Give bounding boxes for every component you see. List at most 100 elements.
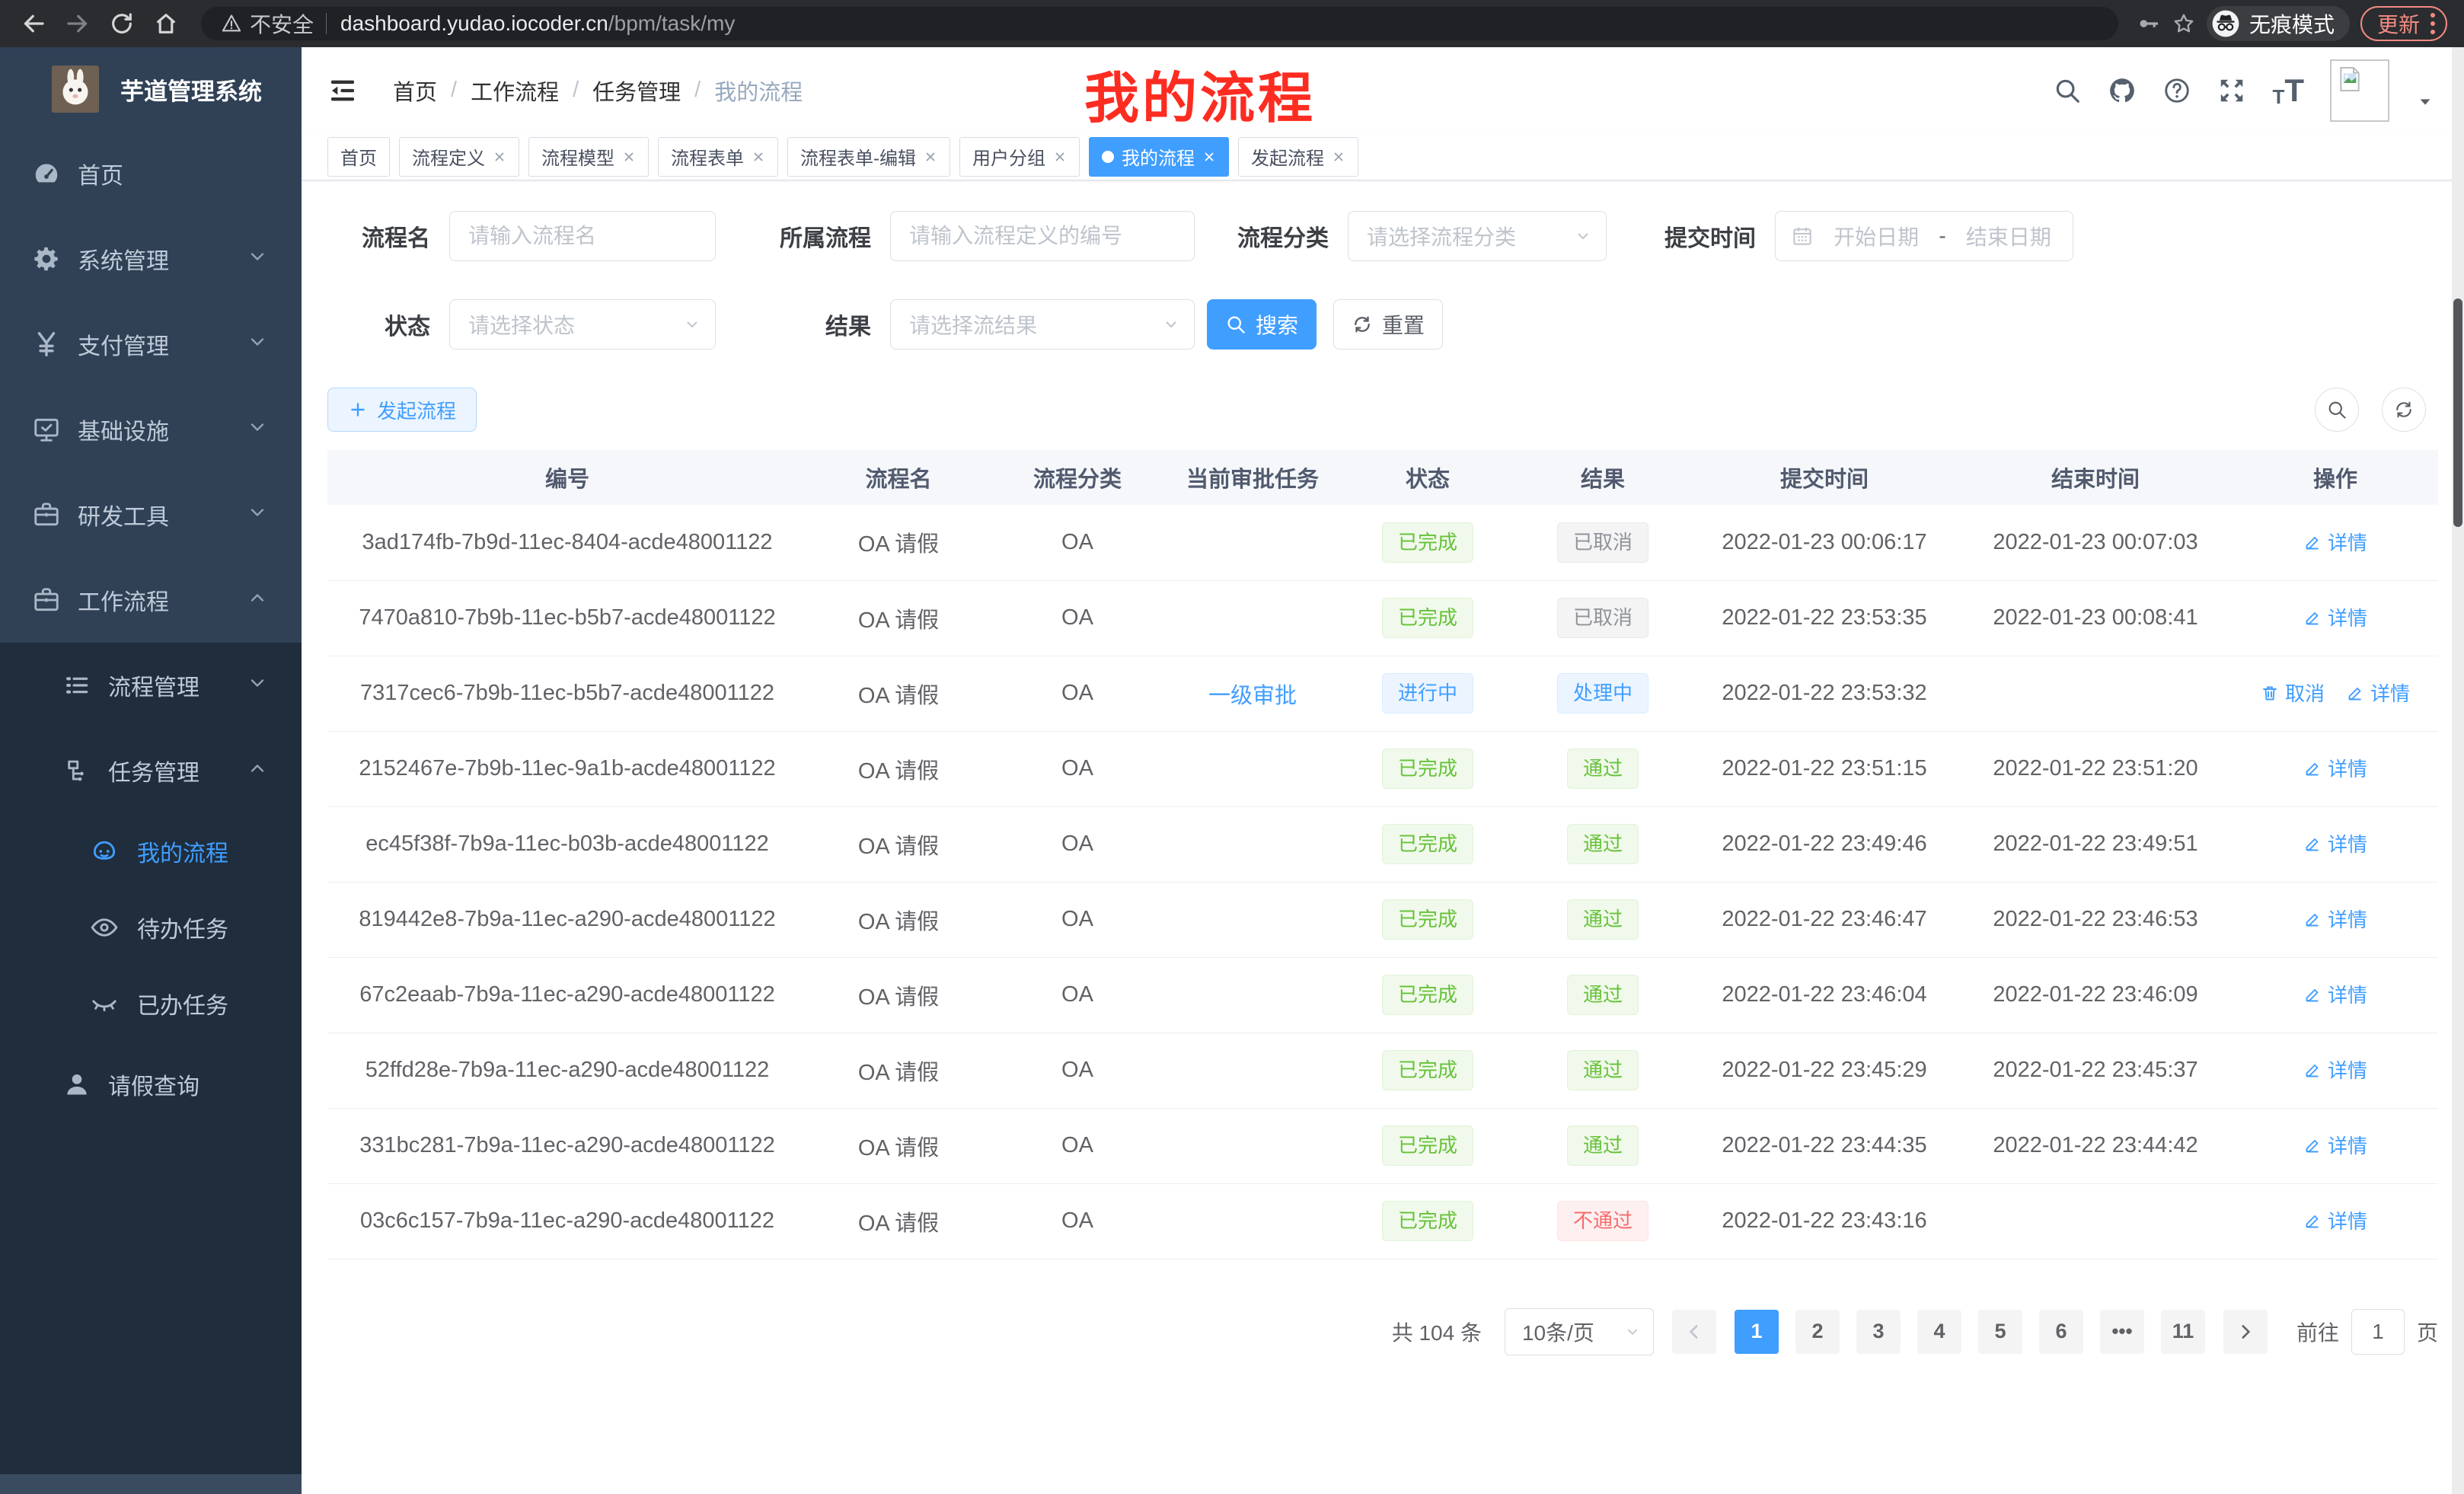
reset-button[interactable]: 重置 [1333, 299, 1443, 350]
result-select[interactable]: 请选择流结果 [890, 299, 1195, 350]
cell-submit-time: 2022-01-23 00:06:17 [1690, 505, 1958, 580]
security-label[interactable]: 不安全 [250, 8, 314, 39]
breadcrumb-item[interactable]: 任务管理 [592, 75, 681, 107]
tab-process-definition[interactable]: 流程定义 [399, 137, 519, 177]
detail-link[interactable]: 详情 [2346, 678, 2410, 707]
close-icon[interactable] [1202, 150, 1216, 164]
cell-process-id: 3ad174fb-7b9d-11ec-8404-acde48001122 [327, 505, 807, 580]
close-icon[interactable] [1053, 150, 1067, 164]
page-scrollbar[interactable] [2452, 47, 2464, 1494]
breadcrumb-item[interactable]: 首页 [393, 75, 437, 107]
detail-link[interactable]: 详情 [2303, 1131, 2367, 1159]
help-icon[interactable] [2162, 76, 2191, 105]
cell-process-name: OA 请假 [807, 505, 990, 580]
detail-link[interactable]: 详情 [2303, 603, 2367, 631]
detail-link[interactable]: 详情 [2303, 1055, 2367, 1084]
address-bar[interactable]: 不安全 dashboard.yudao.iocoder.cn/bpm/task/… [201, 7, 2118, 40]
cell-status: 进行中 [1340, 656, 1515, 731]
browser-forward-icon[interactable] [61, 7, 94, 40]
cell-end-time [1958, 1183, 2233, 1259]
status-select[interactable]: 请选择状态 [449, 299, 716, 350]
sidebar-item-infra[interactable]: 基础设施 [0, 387, 302, 472]
page-button-5[interactable]: 5 [1978, 1310, 2022, 1354]
tab-user-group[interactable]: 用户分组 [959, 137, 1080, 177]
page-button-2[interactable]: 2 [1795, 1310, 1840, 1354]
browser-back-icon[interactable] [17, 7, 50, 40]
detail-link[interactable]: 详情 [2303, 980, 2367, 1008]
tab-process-model[interactable]: 流程模型 [528, 137, 649, 177]
browser-update-button[interactable]: 更新 [2360, 6, 2447, 41]
sidebar-item-leave-query[interactable]: 请假查询 [0, 1042, 302, 1127]
process-category-select[interactable]: 请选择流程分类 [1348, 211, 1607, 261]
sidebar-item-system[interactable]: 系统管理 [0, 216, 302, 302]
app-logo[interactable]: 芋道管理系统 [0, 47, 302, 131]
sidebar-item-home[interactable]: 首页 [0, 131, 302, 216]
goto-page-input[interactable] [2351, 1309, 2405, 1355]
task-link[interactable]: 一级审批 [1208, 684, 1297, 708]
next-page-button[interactable] [2223, 1310, 2268, 1354]
tab-process-form-edit[interactable]: 流程表单-编辑 [787, 137, 950, 177]
detail-link[interactable]: 详情 [2303, 754, 2367, 782]
sidebar-item-devtools[interactable]: 研发工具 [0, 472, 302, 557]
page-button-4[interactable]: 4 [1917, 1310, 1961, 1354]
tab-process-form[interactable]: 流程表单 [658, 137, 778, 177]
sidebar-item-workflow[interactable]: 工作流程 [0, 557, 302, 643]
close-icon[interactable] [493, 150, 506, 164]
detail-link[interactable]: 详情 [2303, 1206, 2367, 1234]
sidebar-item-payment[interactable]: 支付管理 [0, 302, 302, 387]
avatar[interactable] [2330, 59, 2389, 122]
edit-icon [2303, 1136, 2322, 1154]
sidebar-item-task-mgmt[interactable]: 任务管理 [0, 728, 302, 813]
submit-time-range-picker[interactable]: 开始日期 - 结束日期 [1775, 211, 2073, 261]
detail-link[interactable]: 详情 [2303, 829, 2367, 857]
search-icon[interactable] [2053, 76, 2082, 105]
font-size-icon[interactable]: TT [2272, 75, 2304, 107]
search-button[interactable]: 搜索 [1207, 299, 1317, 350]
incognito-badge: 无痕模式 [2207, 6, 2350, 41]
close-icon[interactable] [622, 150, 636, 164]
browser-home-icon[interactable] [149, 7, 183, 40]
close-icon[interactable] [924, 150, 937, 164]
sidebar-collapse-icon[interactable] [327, 75, 358, 106]
page-button-6[interactable]: 6 [2039, 1310, 2083, 1354]
browser-menu-icon[interactable] [2430, 13, 2435, 34]
browser-reload-icon[interactable] [105, 7, 139, 40]
cell-process-id: 819442e8-7b9a-11ec-a290-acde48001122 [327, 882, 807, 957]
update-label: 更新 [2377, 8, 2420, 39]
page-size-select[interactable]: 10条/页 [1505, 1308, 1654, 1355]
start-process-button[interactable]: 发起流程 [327, 388, 477, 432]
detail-link[interactable]: 详情 [2303, 528, 2367, 556]
sidebar-item-process-mgmt[interactable]: 流程管理 [0, 643, 302, 728]
close-icon[interactable] [752, 150, 765, 164]
page-button-11[interactable]: 11 [2161, 1310, 2205, 1354]
github-icon[interactable] [2108, 76, 2137, 105]
sidebar-item-my-process[interactable]: 我的流程 [0, 813, 302, 889]
goto-label: 前往 [2296, 1317, 2339, 1347]
fullscreen-icon[interactable] [2217, 76, 2246, 105]
password-key-icon[interactable] [2137, 11, 2161, 36]
sidebar-item-done-tasks[interactable]: 已办任务 [0, 966, 302, 1042]
process-definition-input[interactable] [891, 212, 1194, 260]
page-button-3[interactable]: 3 [1856, 1310, 1901, 1354]
tab-home[interactable]: 首页 [327, 137, 390, 177]
process-name-input[interactable] [450, 212, 715, 260]
tab-start-process[interactable]: 发起流程 [1238, 137, 1358, 177]
detail-label: 详情 [2328, 1131, 2367, 1159]
close-icon[interactable] [1332, 150, 1345, 164]
cell-current-task: 一级审批 [1165, 656, 1340, 731]
scrollbar-thumb[interactable] [2453, 298, 2462, 527]
cancel-link[interactable]: 取消 [2261, 678, 2325, 707]
breadcrumb-item[interactable]: 工作流程 [471, 75, 559, 107]
eye-icon [90, 913, 119, 942]
page-button-1[interactable]: 1 [1735, 1310, 1779, 1354]
bookmark-star-icon[interactable] [2172, 11, 2196, 36]
sidebar-item-todo-tasks[interactable]: 待办任务 [0, 889, 302, 966]
tab-my-process[interactable]: 我的流程 [1089, 137, 1229, 177]
more-pages-button[interactable]: ••• [2100, 1310, 2144, 1354]
trash-icon [2261, 684, 2279, 702]
detail-link[interactable]: 详情 [2303, 905, 2367, 933]
avatar-caret-icon[interactable] [2417, 94, 2434, 110]
table-refresh-button[interactable] [2382, 388, 2426, 432]
prev-page-button[interactable] [1672, 1310, 1716, 1354]
table-search-button[interactable] [2315, 388, 2359, 432]
